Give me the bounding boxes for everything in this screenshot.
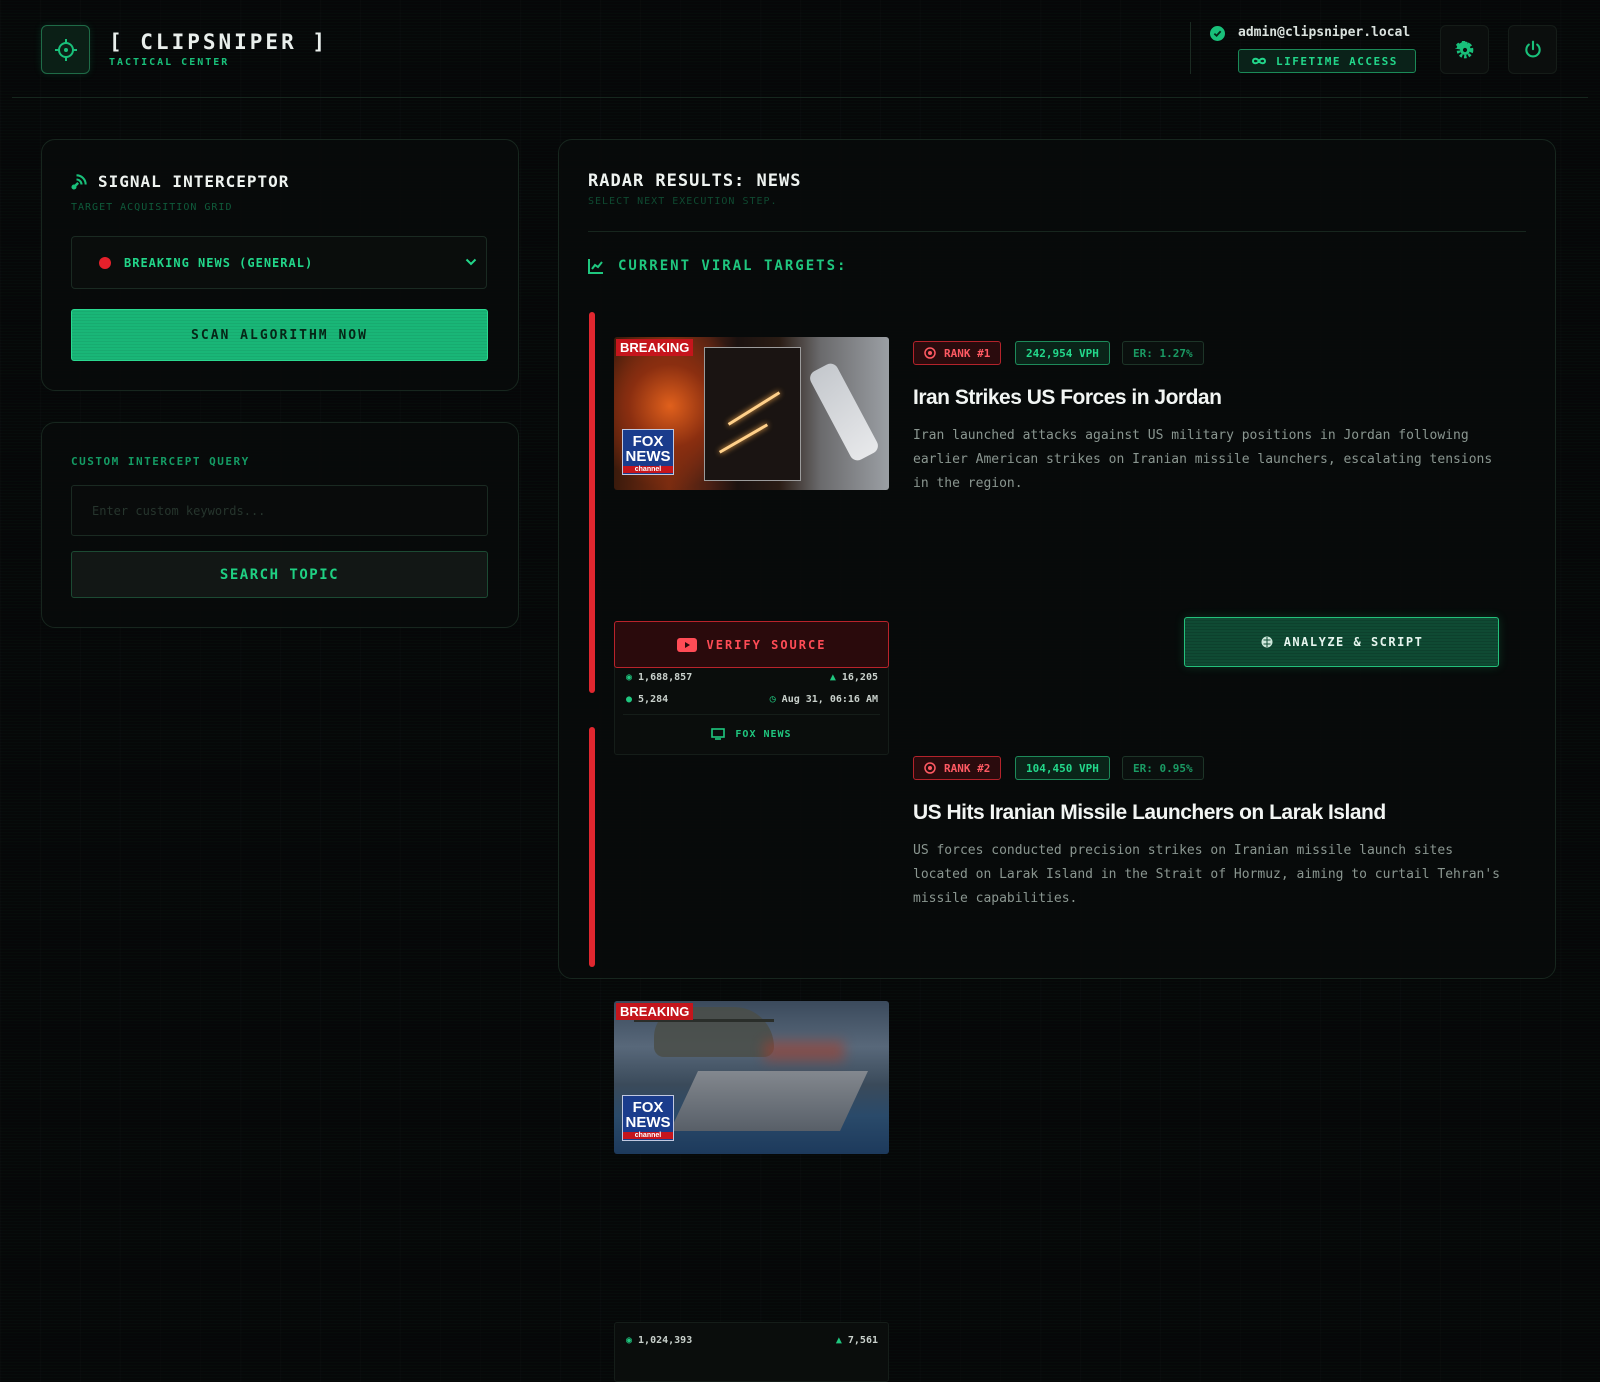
source-name: FOX NEWS bbox=[735, 728, 792, 740]
result-stats: ◉ 1,688,857 ▲ 16,205 ● 5,284 ◷ Aug 31, 06:16… bbox=[614, 659, 889, 755]
viral-targets-heading: CURRENT VIRAL TARGETS: bbox=[588, 258, 847, 274]
vph-badge: 104,450 VPH bbox=[1015, 756, 1110, 780]
settings-button[interactable] bbox=[1440, 25, 1489, 74]
logout-button[interactable] bbox=[1508, 25, 1557, 74]
result-accent-bar bbox=[589, 727, 595, 967]
search-topic-button[interactable]: SEARCH TOPIC bbox=[71, 551, 488, 598]
clock-icon: ◷ bbox=[769, 694, 776, 705]
lifetime-access-label: LIFETIME ACCESS bbox=[1276, 54, 1398, 68]
rank-label: RANK #1 bbox=[944, 346, 991, 360]
likes-stat: ▲ 7,561 bbox=[836, 1335, 878, 1346]
source-label: FOX NEWS bbox=[615, 728, 888, 740]
result-accent-bar bbox=[589, 312, 595, 693]
verify-source-button[interactable]: VERIFY SOURCE bbox=[614, 621, 889, 668]
breaking-badge: BREAKING bbox=[616, 1003, 694, 1020]
comments-count: 5,284 bbox=[638, 694, 669, 705]
custom-keywords-input[interactable] bbox=[71, 485, 488, 536]
header-divider bbox=[1190, 22, 1191, 74]
chart-line-icon bbox=[588, 259, 603, 274]
radar-title: RADAR RESULTS: NEWS bbox=[588, 171, 802, 191]
radar-subtitle: SELECT NEXT EXECUTION STEP. bbox=[588, 196, 778, 207]
thumbs-up-icon: ▲ bbox=[835, 1335, 842, 1346]
views-count: 1,024,393 bbox=[638, 1335, 693, 1346]
result-thumbnail[interactable]: BREAKING FOX NEWS channel bbox=[614, 337, 889, 490]
fox-news-logo: FOX NEWS channel bbox=[622, 429, 674, 475]
eye-icon: ◉ bbox=[626, 672, 633, 683]
scan-algorithm-button[interactable]: SCAN ALGORITHM NOW bbox=[71, 309, 488, 361]
viral-targets-label: CURRENT VIRAL TARGETS: bbox=[618, 258, 848, 274]
radar-divider bbox=[588, 231, 1526, 232]
result-title[interactable]: US Hits Iranian Missile Launchers on Lar… bbox=[913, 801, 1386, 825]
target-icon bbox=[924, 347, 936, 359]
vph-badge: 242,954 VPH bbox=[1015, 341, 1110, 365]
custom-query-label: CUSTOM INTERCEPT QUERY bbox=[71, 455, 250, 468]
brand-subtitle: TACTICAL CENTER bbox=[109, 57, 230, 68]
analyze-script-label: ANALYZE & SCRIPT bbox=[1283, 635, 1424, 649]
brand-title: [ CLIPSNIPER ] bbox=[109, 30, 329, 54]
power-icon bbox=[1524, 40, 1541, 57]
date-stat: ◷ Aug 31, 06:16 AM bbox=[770, 694, 878, 705]
likes-stat: ▲ 16,205 bbox=[830, 672, 878, 683]
target-icon bbox=[924, 762, 936, 774]
views-count: 1,688,857 bbox=[638, 672, 693, 683]
user-email: admin@clipsniper.local bbox=[1238, 25, 1411, 40]
chevron-down-icon bbox=[465, 258, 477, 266]
panel-title: SIGNAL INTERCEPTOR bbox=[98, 172, 290, 191]
er-badge: ER: 1.27% bbox=[1122, 341, 1204, 365]
infinity-icon bbox=[1251, 57, 1267, 65]
feed-select-value: BREAKING NEWS (GENERAL) bbox=[124, 255, 314, 270]
satellite-icon bbox=[71, 174, 87, 190]
views-stat: ◉ 1,024,393 bbox=[626, 1335, 692, 1346]
rank-badge: RANK #2 bbox=[913, 756, 1002, 780]
gear-icon bbox=[1454, 40, 1473, 58]
result-description: US forces conducted precision strikes on… bbox=[913, 843, 1500, 906]
feed-select[interactable]: BREAKING NEWS (GENERAL) bbox=[71, 236, 487, 289]
youtube-icon bbox=[676, 637, 697, 652]
result-title[interactable]: Iran Strikes US Forces in Jordan bbox=[913, 386, 1222, 410]
breaking-badge: BREAKING bbox=[616, 339, 694, 356]
rank-badge: RANK #1 bbox=[913, 341, 1002, 365]
analyze-script-button[interactable]: ANALYZE & SCRIPT bbox=[1184, 617, 1499, 667]
fox-news-logo: FOX NEWS channel bbox=[622, 1095, 674, 1141]
result-description: Iran launched attacks against US militar… bbox=[913, 428, 1493, 491]
comment-icon: ● bbox=[626, 694, 633, 705]
thumbs-up-icon: ▲ bbox=[829, 672, 836, 683]
verify-source-label: VERIFY SOURCE bbox=[706, 637, 827, 652]
live-dot-icon bbox=[99, 256, 111, 269]
publish-date: Aug 31, 06:16 AM bbox=[781, 694, 878, 705]
brain-icon bbox=[1261, 636, 1273, 648]
logo-crosshair-icon[interactable] bbox=[41, 25, 90, 74]
views-stat: ◉ 1,688,857 bbox=[626, 672, 692, 683]
result-thumbnail[interactable]: BREAKING FOX NEWS channel bbox=[614, 1001, 889, 1154]
panel-subtitle: TARGET ACQUISITION GRID bbox=[71, 202, 233, 213]
likes-count: 16,205 bbox=[841, 672, 878, 683]
result-stats: ◉ 1,024,393 ▲ 7,561 bbox=[614, 1322, 889, 1382]
likes-count: 7,561 bbox=[847, 1335, 878, 1346]
lifetime-access-badge: LIFETIME ACCESS bbox=[1238, 49, 1416, 73]
header-divider-line bbox=[12, 97, 1588, 98]
comments-stat: ● 5,284 bbox=[626, 694, 668, 705]
rank-label: RANK #2 bbox=[944, 761, 991, 775]
eye-icon: ◉ bbox=[626, 1335, 633, 1346]
monitor-icon bbox=[711, 728, 726, 740]
check-circle-icon bbox=[1210, 26, 1225, 41]
er-badge: ER: 0.95% bbox=[1122, 756, 1204, 780]
